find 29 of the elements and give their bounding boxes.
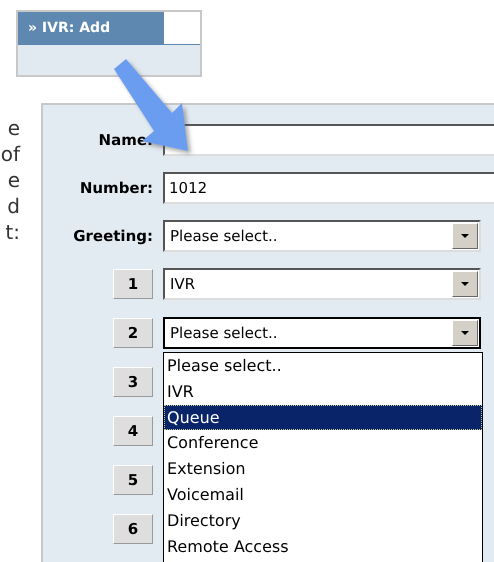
number-input[interactable]: 1012 (163, 172, 494, 204)
text-fragment: of (0, 141, 20, 167)
caret-icon (452, 320, 478, 346)
dropdown-option[interactable]: IVR (164, 378, 482, 405)
dropdown-option[interactable]: Voicemail (164, 482, 482, 508)
dropdown-option[interactable]: Extension (164, 456, 482, 482)
text-fragment: e (8, 115, 20, 141)
field-label: Number: (78, 179, 154, 197)
caret-icon (452, 271, 478, 297)
key-button[interactable]: 4 (113, 416, 153, 446)
tab-title[interactable]: » IVR: Add (18, 12, 164, 44)
key-button[interactable]: 3 (113, 367, 153, 397)
key-action-select[interactable]: IVR (163, 268, 481, 300)
text-fragment: d (7, 193, 20, 219)
dropdown-option[interactable]: Conference (164, 430, 482, 456)
key-button[interactable]: 1 (113, 269, 153, 299)
key-button[interactable]: 2 (113, 318, 153, 348)
field-label: Greeting: (72, 227, 154, 245)
key-button[interactable]: 5 (113, 465, 153, 495)
caret-icon (452, 223, 478, 249)
dropdown-option[interactable]: Queue (164, 404, 482, 430)
name-input[interactable] (163, 124, 494, 156)
key-button[interactable]: 6 (113, 514, 153, 544)
dropdown-option[interactable]: Please select.. (164, 353, 482, 379)
greeting-select[interactable]: Please select.. (163, 220, 481, 252)
text-fragment: t: (5, 219, 20, 245)
dropdown-option[interactable]: Directory (164, 508, 482, 534)
text-fragment: e (8, 167, 20, 193)
dropdown-option[interactable]: Remote Access (164, 534, 482, 560)
